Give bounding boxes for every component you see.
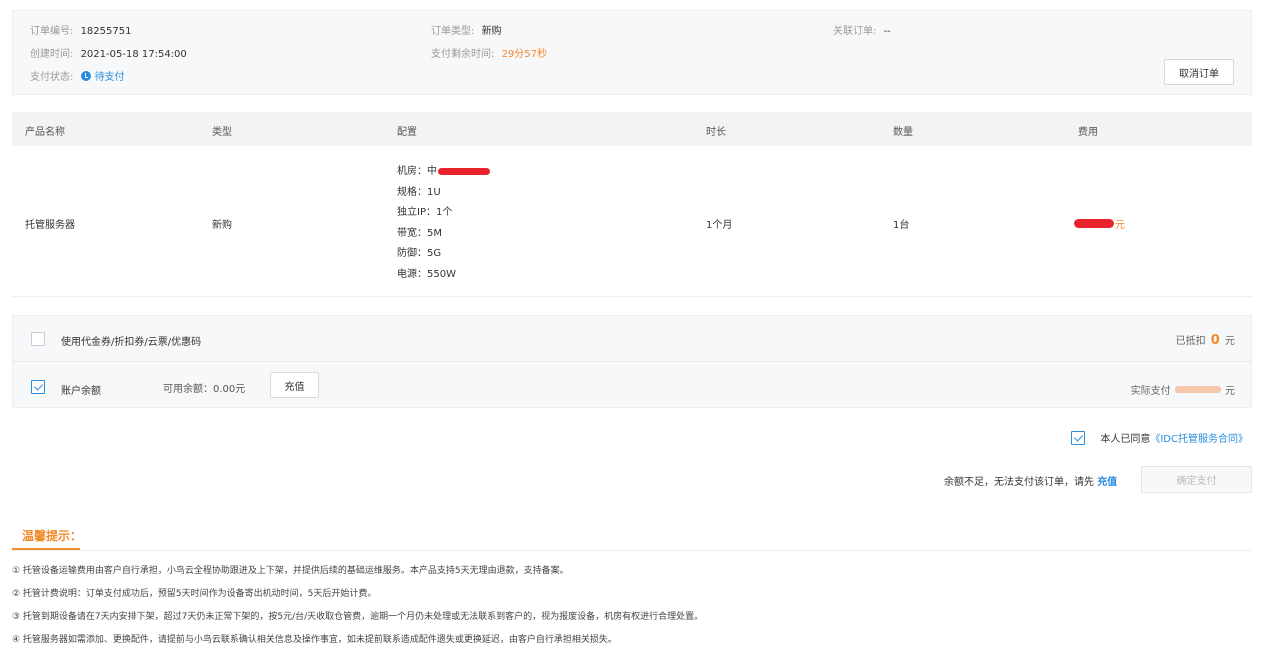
order-type-label: 订单类型: [431, 26, 475, 37]
tip-item: ④ 托管服务器如需添加、更换配件，请提前与小鸟云联系确认相关信息及操作事宜，如未… [12, 635, 617, 645]
related-order-label: 关联订单: [833, 26, 877, 37]
remaining-time-value: 29分57秒 [501, 49, 548, 60]
agreement-text: 本人已同意 [1100, 434, 1151, 445]
available-balance: 可用余额：0.00元 [163, 384, 246, 395]
insufficient-text: 余额不足，无法支付该订单，请先 [944, 477, 1094, 488]
config-spec: 规格：1U [397, 186, 441, 198]
agreement-checkbox[interactable] [1071, 430, 1086, 445]
related-order: 关联订单: -- [833, 22, 891, 37]
config-list: 机房：中 规格：1U 独立IP：1个 带宽：5M 防御：5G 电源：550W [397, 162, 490, 286]
order-number: 订单编号: 18255751 [30, 22, 131, 37]
product-name: 托管服务器 [25, 220, 75, 231]
product-type: 新购 [212, 220, 232, 231]
column-header-fee: 费用 [1078, 127, 1098, 138]
confirm-payment-button[interactable]: 确定支付 [1141, 466, 1252, 493]
actual-payment-unit: 元 [1225, 386, 1235, 397]
deducted-value: 0 [1210, 333, 1220, 348]
created-time-value: 2021-05-18 17:54:00 [80, 49, 187, 60]
insufficient-balance-notice: 余额不足，无法支付该订单，请先 充值 [944, 473, 1117, 488]
balance-label: 账户余额 [61, 386, 101, 397]
created-time: 创建时间: 2021-05-18 17:54:00 [30, 45, 187, 60]
tip-item: ① 托管设备运输费用由客户自行承担，小鸟云全程协助跟进及上下架，并提供后续的基础… [12, 566, 569, 576]
agreement-row: 本人已同意 《IDC托管服务合同》 [1071, 430, 1248, 445]
voucher-checkbox[interactable] [31, 332, 45, 346]
quantity-value: 1台 [893, 220, 910, 231]
product-table-header: 产品名称 类型 配置 时长 数量 费用 [12, 112, 1252, 146]
order-info-panel: 订单编号: 18255751 创建时间: 2021-05-18 17:54:00… [12, 10, 1252, 95]
config-datacenter: 机房：中 [397, 162, 490, 183]
deducted-unit: 元 [1225, 336, 1235, 347]
payment-panel: 使用代金券/折扣券/云票/优惠码 已抵扣 0 元 账户余额 可用余额：0.00元… [12, 315, 1252, 408]
order-number-label: 订单编号: [30, 26, 74, 37]
column-header-config: 配置 [397, 127, 417, 138]
divider [13, 361, 1251, 362]
remaining-time-label: 支付剩余时间: [431, 49, 495, 60]
pending-status-badge: 待支付 [80, 71, 125, 83]
config-datacenter-text: 机房：中 [397, 166, 437, 177]
fee-value: 元 [1074, 216, 1125, 231]
duration-value: 1个月 [706, 220, 733, 231]
contract-link[interactable]: 《IDC托管服务合同》 [1150, 430, 1248, 445]
tips-title-underline [12, 548, 80, 550]
tip-item: ② 托管计费说明：订单支付成功后，预留5天时间作为设备寄出机动时间，5天后开始计… [12, 589, 377, 599]
fee-unit: 元 [1115, 220, 1125, 231]
config-ip: 独立IP：1个 [397, 207, 453, 219]
actual-payment: 实际支付 元 [1131, 382, 1235, 397]
column-header-quantity: 数量 [893, 127, 913, 138]
order-type-value: 新购 [481, 26, 502, 37]
config-power: 电源：550W [397, 268, 456, 280]
tip-item: ③ 托管到期设备请在7天内安排下架，超过7天仍未正常下架的，按5元/台/天收取仓… [12, 612, 704, 622]
deducted-label: 已抵扣 [1175, 336, 1206, 347]
column-header-duration: 时长 [706, 127, 726, 138]
redaction-mark [1174, 386, 1221, 393]
redaction-mark [438, 167, 490, 175]
divider [12, 550, 1252, 551]
remaining-time: 支付剩余时间: 29分57秒 [431, 45, 547, 60]
order-number-value: 18255751 [80, 26, 132, 37]
pay-status-label: 支付状态: [30, 72, 74, 83]
order-type: 订单类型: 新购 [431, 22, 502, 37]
column-header-product: 产品名称 [25, 127, 65, 138]
recharge-link[interactable]: 充值 [1097, 477, 1117, 488]
pay-status: 支付状态: 待支付 [30, 68, 125, 83]
submit-row: 余额不足，无法支付该订单，请先 充值 确定支付 [944, 466, 1252, 493]
pay-status-value: 待支付 [94, 72, 125, 83]
actual-payment-label: 实际支付 [1130, 386, 1171, 397]
recharge-button[interactable]: 充值 [270, 372, 319, 398]
cancel-order-button[interactable]: 取消订单 [1164, 59, 1234, 85]
balance-checkbox[interactable] [31, 380, 45, 394]
column-header-type: 类型 [212, 127, 232, 138]
clock-icon [80, 71, 91, 81]
voucher-label: 使用代金券/折扣券/云票/优惠码 [61, 337, 202, 348]
config-defense: 防御：5G [397, 248, 442, 260]
created-time-label: 创建时间: [30, 49, 74, 60]
related-order-value: -- [883, 26, 891, 37]
tips-title: 温馨提示： [22, 529, 83, 543]
redaction-mark [1074, 219, 1114, 228]
deducted-amount: 已抵扣 0 元 [1176, 332, 1235, 348]
config-bandwidth: 带宽：5M [397, 227, 442, 239]
table-row: 托管服务器 新购 机房：中 规格：1U 独立IP：1个 带宽：5M 防御：5G … [12, 146, 1252, 297]
